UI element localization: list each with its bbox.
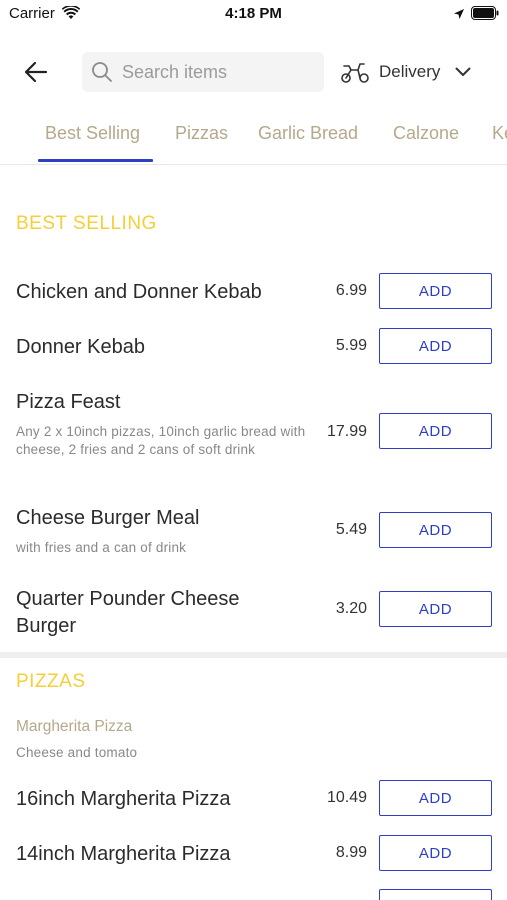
tab-calzone[interactable]: Calzone: [393, 123, 459, 144]
add-button[interactable]: ADD: [379, 328, 492, 364]
section-divider: [0, 652, 507, 658]
battery-icon: [471, 6, 499, 25]
location-arrow-icon: [453, 7, 465, 25]
add-button[interactable]: ADD: [379, 835, 492, 871]
item-price: 3.20: [335, 600, 367, 617]
add-button[interactable]: ADD: [379, 780, 492, 816]
delivery-label: Delivery: [379, 62, 441, 81]
item-name: 16inch Margherita Pizza: [16, 788, 231, 810]
item-price: 6.99: [335, 282, 367, 299]
add-button[interactable]: ADD: [379, 273, 492, 309]
item-name: Pizza Feast: [16, 391, 121, 413]
category-tabs: Best Selling Pizzas Garlic Bread Calzone…: [0, 113, 507, 165]
item-price: 5.99: [335, 337, 367, 354]
status-bar: Carrier 4:18 PM: [0, 0, 507, 30]
item-name: Cheese Burger Meal: [16, 507, 200, 529]
item-description: Any 2 x 10inch pizzas, 10inch garlic bre…: [16, 424, 306, 457]
search-input[interactable]: [122, 61, 312, 83]
back-button[interactable]: [18, 54, 54, 90]
item-price: 8.99: [335, 844, 367, 861]
tab-garlic-bread[interactable]: Garlic Bread: [258, 123, 358, 144]
clock: 4:18 PM: [225, 5, 282, 22]
item-price: 5.49: [335, 521, 367, 538]
add-button-partial[interactable]: [379, 889, 492, 900]
search-box[interactable]: [82, 52, 324, 92]
chevron-down-icon: [455, 67, 471, 77]
item-price: 17.99: [326, 423, 367, 440]
item-name: Chicken and Donner Kebab: [16, 281, 262, 303]
add-button[interactable]: ADD: [379, 591, 492, 627]
item-price: 10.49: [326, 789, 367, 806]
item-name: Donner Kebab: [16, 336, 145, 358]
scooter-icon: [340, 60, 370, 84]
group-description: Cheese and tomato: [16, 745, 138, 760]
delivery-selector[interactable]: Delivery: [340, 52, 471, 92]
tab-best-selling[interactable]: Best Selling: [45, 123, 140, 144]
arrow-left-icon: [24, 61, 48, 83]
search-icon: [91, 61, 113, 83]
tab-pizzas[interactable]: Pizzas: [175, 123, 228, 144]
item-name: 14inch Margherita Pizza: [16, 843, 231, 865]
section-title-best-selling: BEST SELLING: [16, 213, 157, 234]
item-description: with fries and a can of drink: [16, 540, 187, 555]
group-title: Margherita Pizza: [16, 718, 133, 735]
tab-kebabs[interactable]: Ke: [492, 123, 507, 144]
top-bar: Delivery: [0, 44, 507, 100]
add-button[interactable]: ADD: [379, 413, 492, 449]
active-tab-indicator: [38, 159, 153, 162]
add-button[interactable]: ADD: [379, 512, 492, 548]
item-name: Quarter Pounder Cheese Burger: [16, 588, 240, 637]
section-title-pizzas: PIZZAS: [16, 671, 86, 692]
